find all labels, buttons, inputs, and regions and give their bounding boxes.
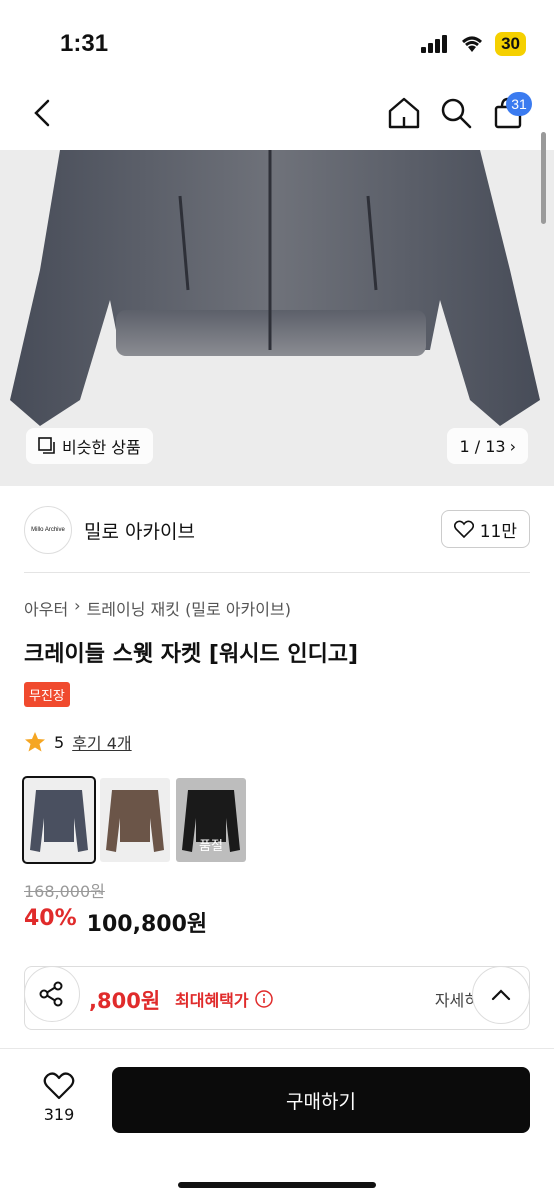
battery-level: 30 — [495, 32, 526, 56]
scrollbar-thumb[interactable] — [541, 132, 546, 224]
breadcrumb: 아우터 › 트레이닝 재킷 (밀로 아카이브) — [24, 596, 291, 620]
max-benefit-label-text: 최대혜택가 — [175, 991, 249, 1010]
soldout-label: 품절 — [199, 839, 223, 854]
cart-count-badge: 31 — [506, 92, 532, 116]
reviews-link[interactable]: 후기 4개 — [72, 730, 131, 754]
chevron-right-icon: › — [74, 596, 81, 615]
rating-value: 5 — [54, 732, 65, 752]
chevron-up-icon — [491, 989, 511, 1001]
favorite-button[interactable]: 319 — [36, 1071, 82, 1124]
favorite-count: 319 — [43, 1105, 75, 1124]
color-option-indigo[interactable] — [22, 776, 96, 864]
wifi-icon — [462, 36, 483, 52]
jacket-thumbnail — [106, 790, 164, 852]
info-icon[interactable] — [254, 990, 273, 1008]
shop-like-button[interactable]: 11만 — [440, 510, 530, 548]
signal-icon — [421, 35, 448, 53]
shop-row[interactable]: Millo Archive 밀로 아카이브 11만 — [0, 500, 554, 560]
product-hero-image[interactable]: 비슷한 상품 1 / 13 › — [0, 150, 554, 486]
similar-products-button[interactable]: 비슷한 상품 — [26, 428, 153, 464]
sale-price-row: 40% 100,800원 — [24, 906, 207, 938]
image-page-indicator[interactable]: 1 / 13 › — [447, 428, 528, 464]
page-indicator-text: 1 / 13 — [459, 436, 506, 456]
color-options: 품절 — [22, 776, 246, 864]
shop-name[interactable]: 밀로 아카이브 — [84, 517, 195, 544]
max-benefit-label: 최대혜택가 — [175, 987, 273, 1011]
bottom-action-bar: 319 구매하기 — [0, 1048, 554, 1200]
shop-like-count: 11만 — [479, 521, 517, 542]
product-title: 크레이들 스웻 자켓 [워시드 인디고] — [24, 642, 359, 667]
heart-icon — [43, 1072, 75, 1100]
home-icon[interactable] — [386, 95, 422, 131]
status-bar: 1:31 30 — [0, 0, 554, 80]
share-button[interactable] — [24, 966, 80, 1022]
share-icon — [39, 981, 63, 1007]
sale-price: 100,800원 — [86, 912, 208, 937]
color-option-brown[interactable] — [100, 778, 170, 862]
breadcrumb-item[interactable]: 트레이닝 재킷 (밀로 아카이브) — [87, 596, 291, 620]
breadcrumb-item[interactable]: 아우터 — [24, 596, 68, 620]
buy-button[interactable]: 구매하기 — [112, 1067, 530, 1133]
shop-logo[interactable]: Millo Archive — [24, 506, 72, 554]
heart-icon — [453, 520, 474, 538]
promo-tag: 무진장 — [24, 682, 70, 707]
color-option-black[interactable]: 품절 — [176, 778, 246, 862]
divider — [24, 572, 530, 573]
nav-bar — [0, 85, 554, 141]
rating-row: 5 후기 4개 — [24, 730, 132, 754]
max-benefit-price: ,800원 — [89, 989, 161, 1013]
original-price: 168,000원 — [24, 882, 105, 901]
stack-icon — [38, 437, 55, 454]
back-icon[interactable] — [26, 95, 62, 131]
discount-percent: 40% — [24, 906, 77, 931]
chevron-right-icon: › — [509, 436, 516, 456]
similar-products-label: 비슷한 상품 — [62, 438, 141, 457]
max-benefit-box[interactable]: ,800원 최대혜택가 자세히 — [24, 966, 530, 1030]
status-time: 1:31 — [60, 30, 109, 57]
scroll-to-top-button[interactable] — [472, 966, 530, 1024]
status-icons: 30 — [421, 32, 526, 56]
jacket-thumbnail — [30, 790, 88, 852]
home-indicator — [178, 1182, 376, 1188]
search-icon[interactable] — [438, 95, 474, 131]
star-icon — [25, 732, 45, 752]
